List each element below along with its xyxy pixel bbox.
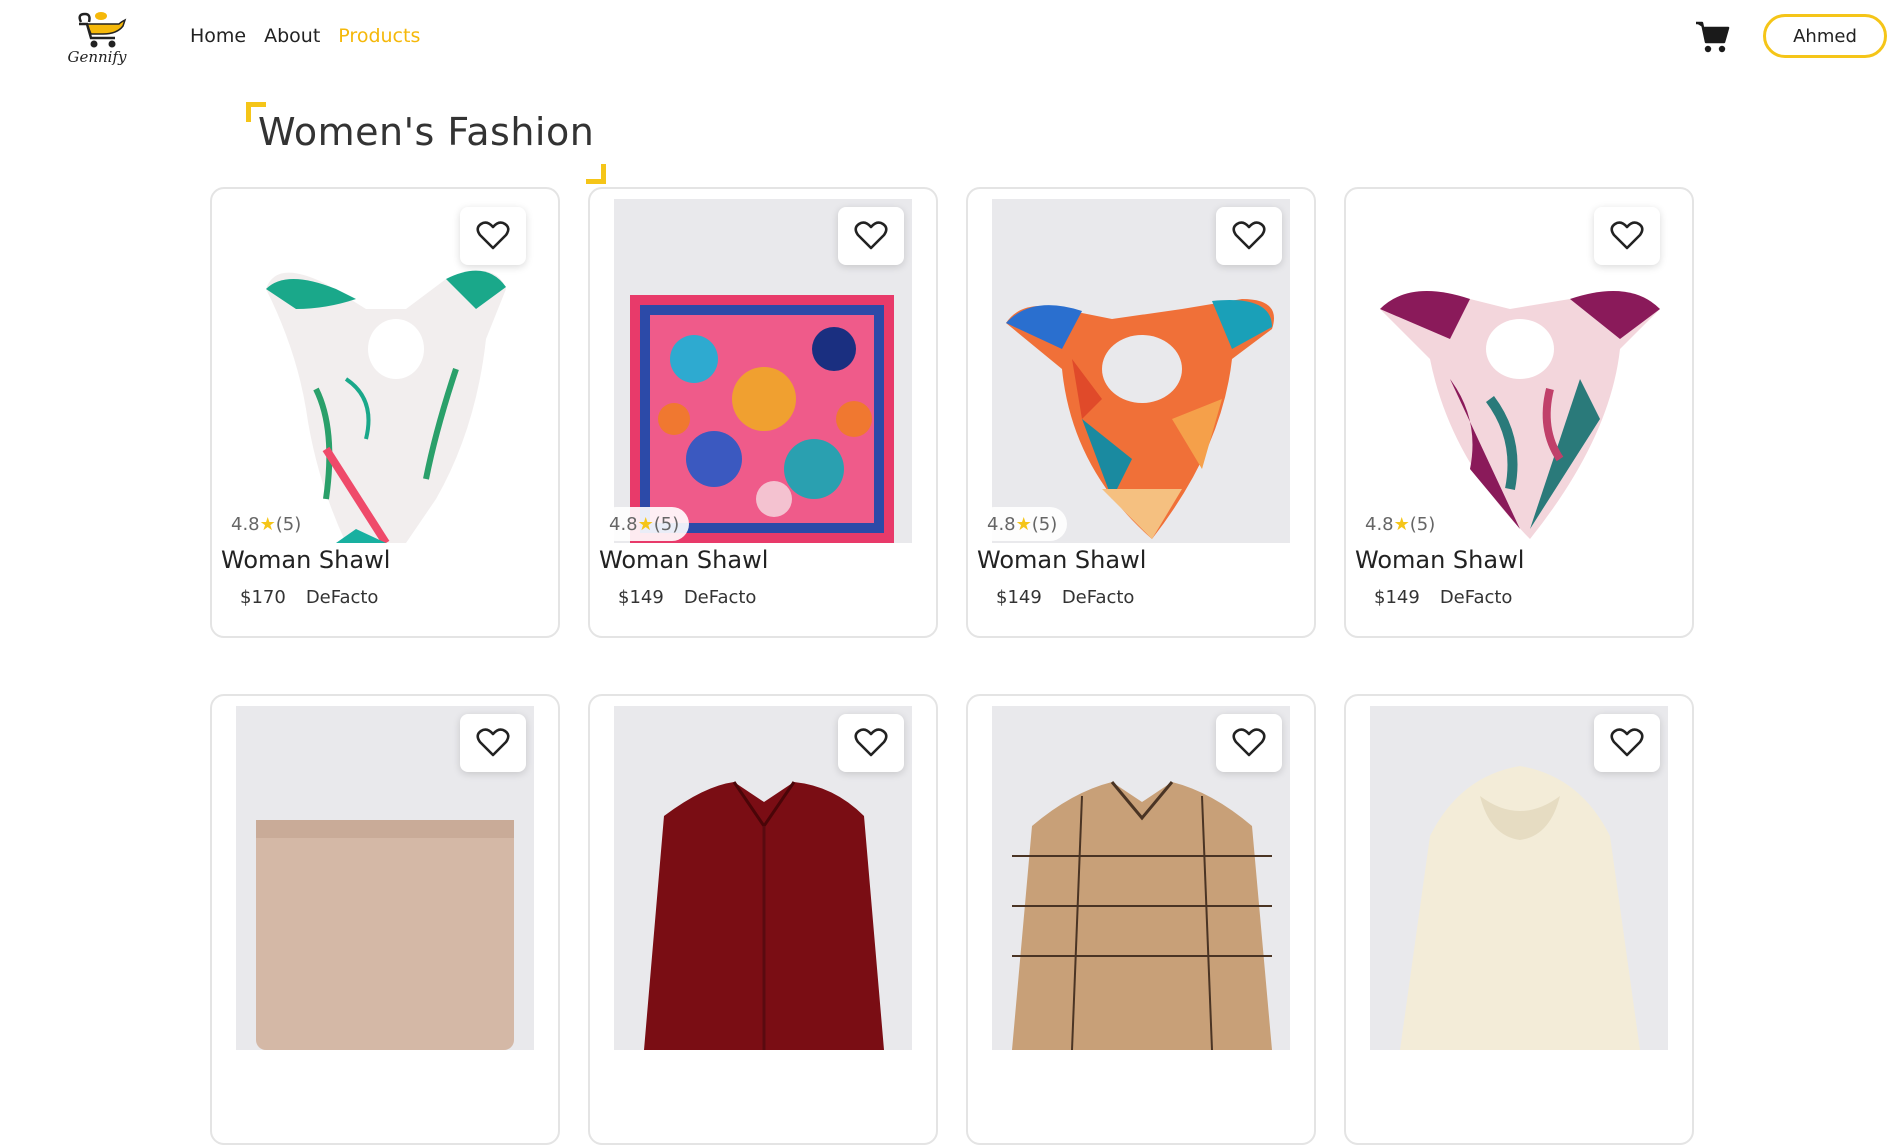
product-meta: $170 DeFacto xyxy=(240,587,378,608)
product-price: $170 xyxy=(240,587,286,608)
product-image[interactable] xyxy=(236,199,534,543)
product-card[interactable]: 4.8 ★ (5) Woman Shawl $170 DeFacto xyxy=(210,187,560,638)
product-brand: DeFacto xyxy=(1439,587,1513,608)
favorite-button[interactable] xyxy=(838,714,904,772)
rating-badge: 4.8 ★ (5) xyxy=(1355,507,1446,541)
product-price: $149 xyxy=(996,587,1042,608)
product-image[interactable] xyxy=(992,706,1290,1050)
heart-outline-icon xyxy=(476,728,510,757)
heart-outline-icon xyxy=(476,221,510,250)
product-card[interactable]: 4.8 ★ (5) Woman Shawl $149 DeFacto xyxy=(1344,187,1694,638)
favorite-button[interactable] xyxy=(460,714,526,772)
product-image[interactable] xyxy=(236,706,534,1050)
product-name[interactable]: Woman Shawl xyxy=(599,546,768,574)
rating-count: (5) xyxy=(1409,513,1436,535)
star-icon: ★ xyxy=(637,513,654,535)
rating-count: (5) xyxy=(1031,513,1058,535)
shopping-cart-icon xyxy=(1696,21,1730,53)
rating-badge: 4.8 ★ (5) xyxy=(977,507,1068,541)
heart-outline-icon xyxy=(1232,221,1266,250)
heart-outline-icon xyxy=(1610,221,1644,250)
heart-outline-icon xyxy=(1610,728,1644,757)
product-name[interactable]: Woman Shawl xyxy=(977,546,1146,574)
product-brand: DeFacto xyxy=(683,587,757,608)
rating-badge: 4.8 ★ (5) xyxy=(221,507,312,541)
brand-logo[interactable]: Gennify xyxy=(64,8,130,72)
genie-lamp-cart-icon xyxy=(78,12,127,48)
rating-value: 4.8 xyxy=(1365,513,1394,535)
product-meta: $149 DeFacto xyxy=(996,587,1134,608)
cart-button[interactable] xyxy=(1694,20,1730,54)
nav-links: Home About Products xyxy=(190,25,420,47)
product-price: $149 xyxy=(618,587,664,608)
product-image[interactable] xyxy=(614,199,912,543)
nav-about-link[interactable]: About xyxy=(264,25,320,47)
product-name[interactable]: Woman Shawl xyxy=(221,546,390,574)
product-card[interactable] xyxy=(210,694,560,1145)
navbar: Gennify Home About Products Ahmed xyxy=(0,0,1902,76)
rating-value: 4.8 xyxy=(231,513,260,535)
favorite-button[interactable] xyxy=(1594,207,1660,265)
favorite-button[interactable] xyxy=(1594,714,1660,772)
rating-value: 4.8 xyxy=(987,513,1016,535)
favorite-button[interactable] xyxy=(1216,714,1282,772)
title-corner-decoration xyxy=(246,102,266,122)
rating-count: (5) xyxy=(275,513,302,535)
star-icon: ★ xyxy=(259,513,276,535)
section-title: Women's Fashion xyxy=(246,102,607,184)
product-card[interactable] xyxy=(588,694,938,1145)
favorite-button[interactable] xyxy=(838,207,904,265)
heart-outline-icon xyxy=(854,728,888,757)
product-image[interactable] xyxy=(992,199,1290,543)
star-icon: ★ xyxy=(1015,513,1032,535)
nav-home-link[interactable]: Home xyxy=(190,25,246,47)
product-brand: DeFacto xyxy=(305,587,379,608)
heart-outline-icon xyxy=(854,221,888,250)
product-meta: $149 DeFacto xyxy=(1374,587,1512,608)
product-card[interactable] xyxy=(966,694,1316,1145)
brand-name: Gennify xyxy=(67,48,127,66)
product-name[interactable]: Woman Shawl xyxy=(1355,546,1524,574)
favorite-button[interactable] xyxy=(1216,207,1282,265)
rating-value: 4.8 xyxy=(609,513,638,535)
product-card[interactable]: 4.8 ★ (5) Woman Shawl $149 DeFacto xyxy=(588,187,938,638)
page-title: Women's Fashion xyxy=(258,110,595,154)
product-card[interactable]: 4.8 ★ (5) Woman Shawl $149 DeFacto xyxy=(966,187,1316,638)
product-meta: $149 DeFacto xyxy=(618,587,756,608)
product-grid: 4.8 ★ (5) Woman Shawl $170 DeFacto 4.8 ★… xyxy=(210,187,1694,1145)
user-account-button[interactable]: Ahmed xyxy=(1763,14,1887,58)
favorite-button[interactable] xyxy=(460,207,526,265)
product-card[interactable] xyxy=(1344,694,1694,1145)
rating-count: (5) xyxy=(653,513,680,535)
rating-badge: 4.8 ★ (5) xyxy=(599,507,690,541)
product-price: $149 xyxy=(1374,587,1420,608)
star-icon: ★ xyxy=(1393,513,1410,535)
nav-products-link[interactable]: Products xyxy=(338,25,420,47)
product-brand: DeFacto xyxy=(1061,587,1135,608)
product-image[interactable] xyxy=(1370,199,1668,543)
heart-outline-icon xyxy=(1232,728,1266,757)
product-image[interactable] xyxy=(1370,706,1668,1050)
title-corner-decoration xyxy=(586,164,607,184)
product-image[interactable] xyxy=(614,706,912,1050)
